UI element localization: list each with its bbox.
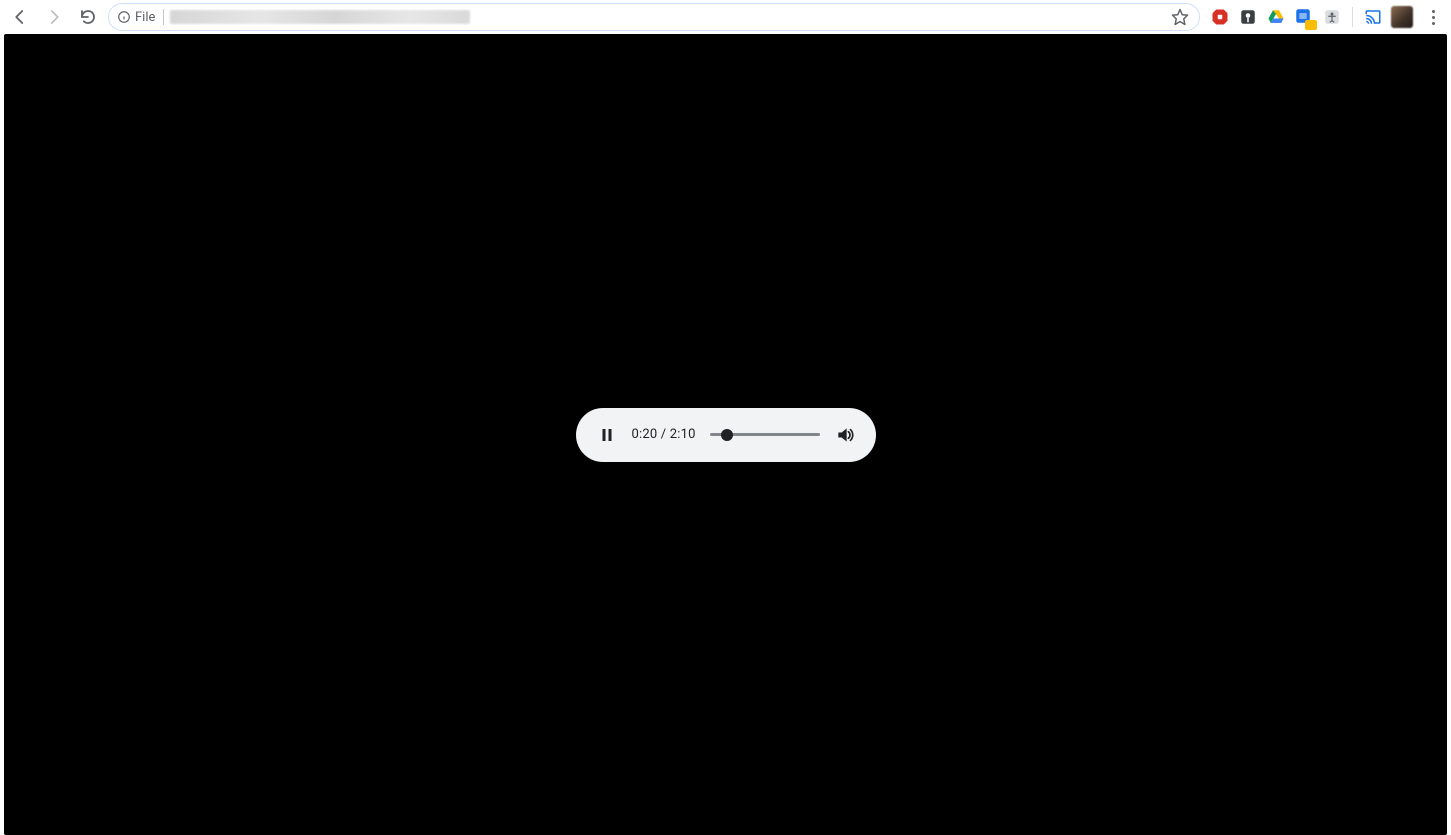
- pause-icon: [598, 426, 616, 444]
- extensions-strip: [1206, 3, 1445, 31]
- media-page: 0:20 / 2:10: [4, 34, 1447, 835]
- chrome-menu-button[interactable]: [1421, 3, 1445, 31]
- accessibility-icon[interactable]: [1322, 7, 1342, 27]
- url-protocol-label: File: [135, 10, 155, 25]
- tag-manager-icon[interactable]: [1294, 7, 1314, 27]
- url-path-redacted: [170, 10, 470, 24]
- location-icon[interactable]: [1238, 7, 1258, 27]
- volume-button[interactable]: [834, 424, 856, 446]
- seek-thumb[interactable]: [721, 429, 733, 441]
- google-drive-icon[interactable]: [1266, 7, 1286, 27]
- volume-icon: [835, 425, 855, 445]
- extension-badge: [1305, 20, 1317, 30]
- play-pause-button[interactable]: [596, 424, 618, 446]
- playback-time: 0:20 / 2:10: [632, 427, 696, 442]
- star-icon: [1171, 8, 1189, 26]
- profile-avatar[interactable]: [1391, 6, 1413, 28]
- extension-separator: [1352, 7, 1353, 27]
- bookmark-button[interactable]: [1169, 6, 1191, 28]
- cast-icon[interactable]: [1363, 7, 1383, 27]
- url-protocol-chip: File: [117, 9, 168, 25]
- address-bar[interactable]: File: [108, 3, 1200, 31]
- adblock-icon[interactable]: [1210, 7, 1230, 27]
- audio-player: 0:20 / 2:10: [576, 408, 876, 462]
- browser-toolbar: File: [0, 0, 1451, 34]
- seek-slider[interactable]: [710, 429, 820, 441]
- reload-button[interactable]: [74, 3, 102, 31]
- address-bar-url: File: [117, 9, 1163, 25]
- info-icon: [117, 10, 131, 24]
- forward-button[interactable]: [40, 3, 68, 31]
- back-button[interactable]: [6, 3, 34, 31]
